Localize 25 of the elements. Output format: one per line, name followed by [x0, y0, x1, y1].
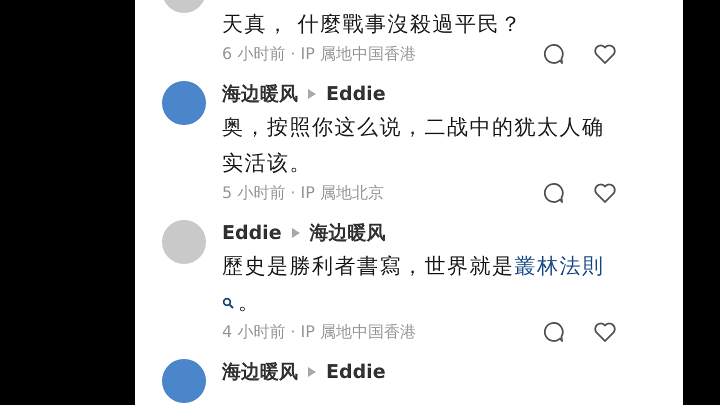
comment-text: 奥，按照你这么说，二战中的犹太人确实活该。	[222, 114, 606, 177]
avatar-placeholder[interactable]	[162, 81, 206, 125]
comment-meta: 6 小时前 · IP 属地中国香港	[222, 44, 417, 64]
username[interactable]: 海边暖风	[222, 81, 298, 107]
like-heart-icon[interactable]	[593, 42, 617, 66]
username[interactable]: 海边暖风	[310, 220, 386, 246]
comment-text: 歷史是勝利者書寫，世界就是叢林法則 。	[222, 253, 606, 316]
comment-icon[interactable]	[541, 42, 565, 66]
comment-meta: 5 小时前 · IP 属地北京	[222, 182, 385, 204]
comment-icon[interactable]	[541, 320, 565, 344]
like-heart-icon[interactable]	[593, 320, 617, 344]
comment-meta: 4 小时前 · IP 属地中国香港	[222, 322, 417, 342]
reply-arrow-icon	[308, 89, 316, 99]
reply-arrow-icon	[308, 367, 316, 377]
search-link[interactable]: 叢林法則	[514, 254, 604, 278]
reply-arrow-icon	[292, 228, 300, 238]
username[interactable]: Eddie	[326, 361, 386, 383]
comment-text: 天真， 什麼戰事沒殺過平民？	[222, 11, 524, 38]
search-icon[interactable]	[222, 297, 234, 310]
username[interactable]: 海边暖风	[222, 359, 298, 385]
comment-icon[interactable]	[541, 181, 565, 205]
like-heart-icon[interactable]	[593, 181, 617, 205]
avatar-placeholder[interactable]	[162, 359, 206, 403]
username[interactable]: Eddie	[326, 83, 386, 105]
username[interactable]: Eddie	[222, 222, 282, 244]
